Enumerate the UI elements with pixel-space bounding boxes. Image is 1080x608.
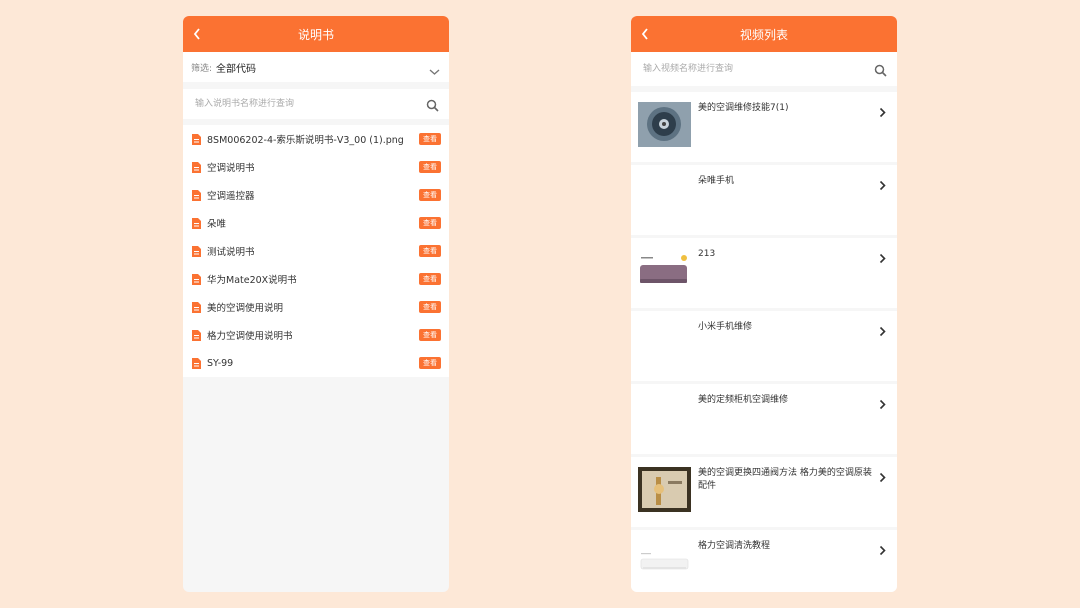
video-screen: 视频列表 美的空调维修技能7(1) 朵唯手机 213 小米手机维修美的定频柜机空调维修… <box>631 16 897 592</box>
manual-list-item[interactable]: 测试说明书 查看 <box>183 237 449 265</box>
video-title: 小米手机维修 <box>698 322 753 332</box>
chevron-left-icon <box>641 28 648 40</box>
manual-list-item[interactable]: 华为Mate20X说明书 查看 <box>183 265 449 293</box>
video-title: 美的空调维修技能7(1) <box>698 103 789 113</box>
chevron-right-icon[interactable] <box>879 103 886 122</box>
air-conditioner-thumbnail <box>638 248 691 293</box>
manual-search-bar <box>183 89 449 119</box>
filter-label: 筛选: <box>191 63 213 74</box>
chevron-right-icon[interactable] <box>879 322 886 341</box>
manual-name: 华为Mate20X说明书 <box>207 275 297 286</box>
page-title: 视频列表 <box>739 27 788 42</box>
manual-search-input[interactable] <box>193 98 397 110</box>
video-list-item[interactable]: 美的定频柜机空调维修 <box>631 384 897 454</box>
view-button[interactable]: 查看 <box>419 189 441 201</box>
filter-dropdown[interactable]: 筛选: 全部代码 <box>183 52 449 82</box>
manual-name: 美的空调使用说明 <box>207 303 284 314</box>
chevron-right-icon[interactable] <box>879 249 886 268</box>
manual-name: 8SM006202-4-索乐斯说明书-V3_00 (1).png <box>207 135 404 146</box>
valve-repair-thumbnail <box>638 467 691 512</box>
manual-screen: 说明书 筛选: 全部代码 8SM006202-4-索乐斯说明书-V3_00 (1… <box>183 16 449 592</box>
manual-name: 格力空调使用说明书 <box>207 331 293 342</box>
document-icon <box>192 217 201 229</box>
search-icon[interactable] <box>426 97 439 116</box>
video-thumbnail <box>638 467 691 512</box>
manual-list-item[interactable]: 空调说明书 查看 <box>183 153 449 181</box>
view-button[interactable]: 查看 <box>419 161 441 173</box>
manual-list-item[interactable]: 空调遥控器 查看 <box>183 181 449 209</box>
video-search-input[interactable] <box>641 63 845 75</box>
video-title: 213 <box>698 249 716 259</box>
filter-value: 全部代码 <box>216 63 257 75</box>
view-button[interactable]: 查看 <box>419 329 441 341</box>
view-button[interactable]: 查看 <box>419 301 441 313</box>
document-icon <box>192 329 201 341</box>
video-header: 视频列表 <box>631 16 897 52</box>
manual-name: 朵唯 <box>207 219 227 230</box>
video-thumbnail <box>638 540 691 585</box>
manual-name: 空调说明书 <box>207 163 255 174</box>
chevron-right-icon[interactable] <box>879 395 886 414</box>
view-button[interactable]: 查看 <box>419 217 441 229</box>
view-button[interactable]: 查看 <box>419 357 441 369</box>
video-list-item[interactable]: 朵唯手机 <box>631 165 897 235</box>
view-button[interactable]: 查看 <box>419 273 441 285</box>
document-icon <box>192 245 201 257</box>
video-list-item[interactable]: 美的空调更换四通阀方法 格力美的空调原装配件 <box>631 457 897 527</box>
manual-list-item[interactable]: SY-99 查看 <box>183 349 449 377</box>
video-list-item[interactable]: 213 <box>631 238 897 308</box>
chevron-right-icon[interactable] <box>879 468 886 487</box>
manual-list-item[interactable]: 美的空调使用说明 查看 <box>183 293 449 321</box>
view-button[interactable]: 查看 <box>419 245 441 257</box>
video-list-item[interactable]: 格力空调清洗教程 <box>631 530 897 592</box>
manual-name: SY-99 <box>207 357 234 369</box>
video-thumbnail <box>638 248 691 293</box>
video-search-bar <box>631 52 897 86</box>
manual-list: 8SM006202-4-索乐斯说明书-V3_00 (1).png 查看 空调说明书查… <box>183 125 449 377</box>
document-icon <box>192 301 201 313</box>
manual-list-item[interactable]: 8SM006202-4-索乐斯说明书-V3_00 (1).png 查看 <box>183 125 449 153</box>
manual-name: 空调遥控器 <box>207 191 255 202</box>
manual-list-item[interactable]: 格力空调使用说明书 查看 <box>183 321 449 349</box>
video-list: 美的空调维修技能7(1) 朵唯手机 213 小米手机维修美的定频柜机空调维修美的空调更… <box>631 92 897 592</box>
fan-wheel-thumbnail <box>638 102 691 147</box>
video-title: 美的空调更换四通阀方法 格力美的空调原装配件 <box>698 468 872 491</box>
air-conditioner-thumbnail <box>638 540 691 585</box>
document-icon <box>192 161 201 173</box>
chevron-right-icon[interactable] <box>879 541 886 560</box>
search-icon[interactable] <box>874 62 887 81</box>
document-icon <box>192 357 201 369</box>
video-list-item[interactable]: 小米手机维修 <box>631 311 897 381</box>
document-icon <box>192 273 201 285</box>
back-button[interactable] <box>641 16 661 52</box>
video-list-item[interactable]: 美的空调维修技能7(1) <box>631 92 897 162</box>
chevron-right-icon[interactable] <box>879 176 886 195</box>
document-icon <box>192 133 201 145</box>
back-button[interactable] <box>193 16 213 52</box>
chevron-left-icon <box>193 28 200 40</box>
chevron-down-icon[interactable] <box>429 61 440 80</box>
manual-name: 测试说明书 <box>207 247 255 258</box>
video-thumbnail <box>638 102 691 147</box>
video-title: 格力空调清洗教程 <box>698 541 771 551</box>
view-button[interactable]: 查看 <box>419 133 441 145</box>
page-title: 说明书 <box>297 27 334 42</box>
video-title: 美的定频柜机空调维修 <box>698 395 789 405</box>
video-title: 朵唯手机 <box>698 176 735 186</box>
manual-list-item[interactable]: 朵唯 查看 <box>183 209 449 237</box>
document-icon <box>192 189 201 201</box>
manual-header: 说明书 <box>183 16 449 52</box>
